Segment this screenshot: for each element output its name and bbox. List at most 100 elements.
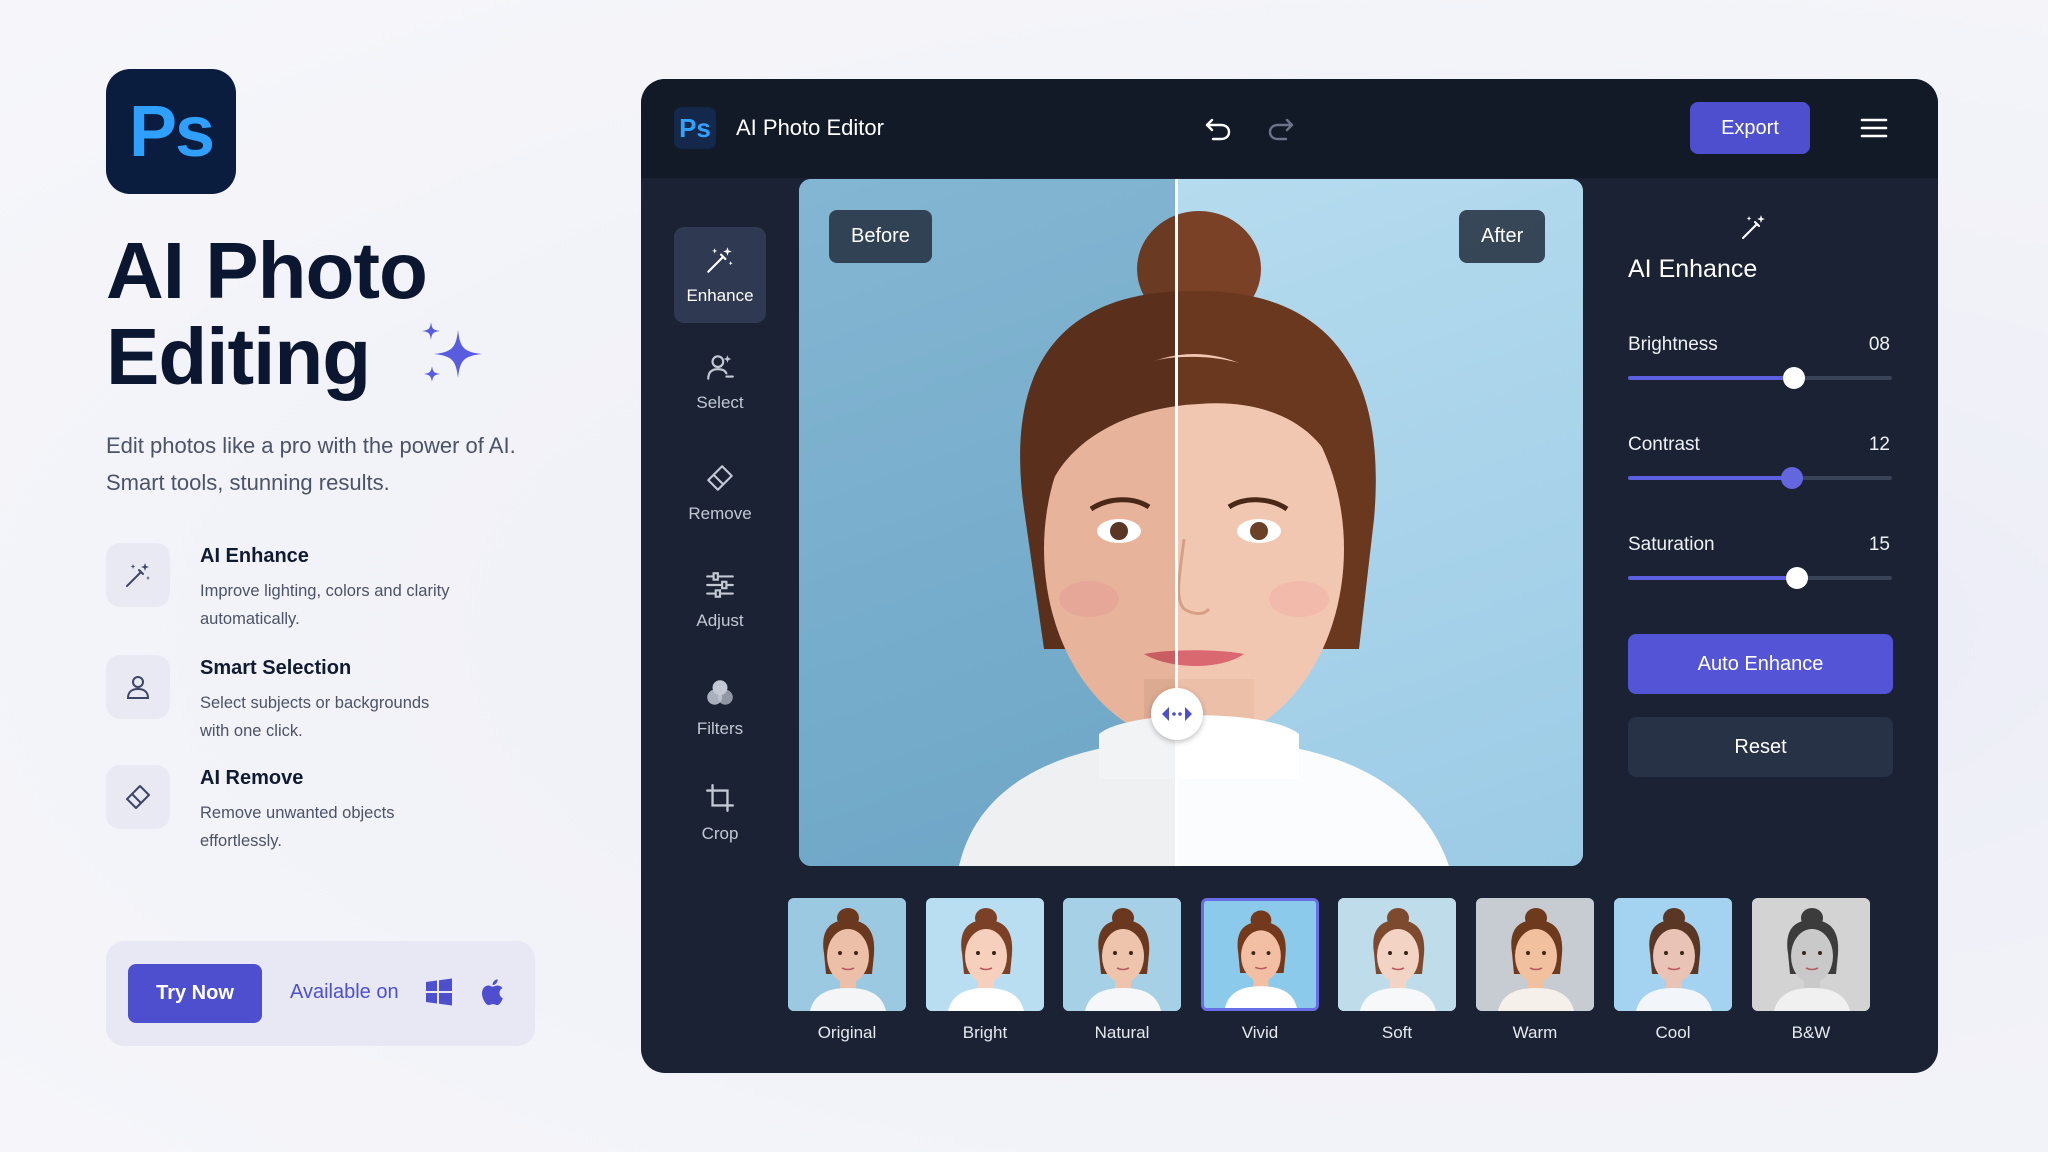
tool-label: Crop — [701, 824, 739, 843]
filter-preset[interactable]: Cool — [1614, 898, 1732, 1042]
hamburger-menu-icon[interactable] — [1859, 113, 1889, 143]
slider-label: Brightness — [1628, 334, 1718, 355]
apple-icon — [482, 979, 503, 1006]
slider-fill — [1628, 576, 1797, 580]
person-select-icon — [106, 655, 170, 719]
filter-preset[interactable]: Soft — [1338, 898, 1456, 1042]
feature-description-line: with one click. — [200, 722, 303, 740]
feature-description: Improve lighting, colors and clarity aut… — [200, 577, 520, 633]
slider-knob[interactable] — [1780, 467, 1803, 489]
panel-title: AI Enhance — [1628, 255, 1758, 283]
reset-button[interactable]: Reset — [1628, 717, 1893, 777]
tool-remove[interactable]: Remove — [674, 445, 766, 541]
filter-preset[interactable]: Original — [788, 898, 906, 1042]
filter-thumbnail — [926, 898, 1044, 1011]
after-image — [1176, 179, 1583, 866]
export-button[interactable]: Export — [1690, 102, 1810, 154]
filter-preset[interactable]: B&W — [1752, 898, 1870, 1042]
photoshop-logo: Ps — [106, 69, 236, 194]
slider-value: 08 — [1868, 334, 1890, 355]
filter-name: Bright — [962, 1023, 1008, 1042]
feature-description: Remove unwanted objects effortlessly. — [200, 799, 520, 855]
slider-track[interactable] — [1628, 567, 1892, 589]
slider-knob[interactable] — [1783, 367, 1806, 389]
filter-preset[interactable]: Bright — [926, 898, 1044, 1042]
photo-canvas[interactable]: Before After — [799, 179, 1583, 866]
logo-text: Ps — [128, 91, 215, 172]
filter-preset[interactable]: Warm — [1476, 898, 1594, 1042]
filter-name: Soft — [1381, 1023, 1413, 1042]
before-tag: Before — [829, 210, 932, 263]
logo-text: Ps — [679, 112, 711, 143]
tool-select[interactable]: Select — [674, 334, 766, 430]
hero-subtitle-line1: Edit photos like a pro with the power of… — [106, 433, 516, 458]
tool-label: Enhance — [686, 286, 754, 305]
filter-thumbnail — [788, 898, 906, 1011]
redo-icon — [1268, 118, 1294, 141]
crop-icon — [706, 784, 734, 812]
eraser-icon — [707, 465, 733, 491]
feature-title: AI Enhance — [200, 545, 309, 567]
brightness-slider: Brightness 08 — [1628, 334, 1892, 404]
photoshop-logo-small: Ps — [674, 107, 716, 149]
feature-title: AI Remove — [200, 767, 304, 789]
tool-enhance[interactable]: Enhance — [674, 227, 766, 323]
sliders-icon — [706, 572, 734, 598]
after-tag: After — [1459, 210, 1546, 263]
portrait-photo — [959, 215, 1176, 866]
filter-name: Cool — [1655, 1023, 1691, 1042]
slider-track[interactable] — [1628, 367, 1892, 389]
portrait-photo-enhanced — [1176, 211, 1449, 866]
contrast-slider: Contrast 12 — [1628, 434, 1892, 504]
filter-name: Vivid — [1241, 1023, 1279, 1042]
slider-knob[interactable] — [1785, 567, 1808, 589]
filter-preset[interactable]: Vivid — [1201, 898, 1319, 1042]
auto-enhance-button[interactable]: Auto Enhance — [1628, 634, 1893, 694]
hero-subtitle-line2: Smart tools, stunning results. — [106, 470, 390, 495]
magic-wand-icon — [707, 247, 733, 273]
slider-label: Saturation — [1628, 534, 1715, 555]
filter-name: Original — [817, 1023, 877, 1042]
undo-button[interactable] — [1200, 111, 1236, 147]
feature-description-line: Remove unwanted objects — [200, 804, 395, 822]
slider-fill — [1628, 376, 1795, 380]
split-arrows-icon — [1162, 707, 1192, 721]
tool-crop[interactable]: Crop — [674, 765, 766, 861]
portrait-thumbnail — [926, 898, 1044, 1011]
filter-thumbnail — [1476, 898, 1594, 1011]
feature-description: Select subjects or backgrounds with one … — [200, 689, 520, 745]
tool-filters[interactable]: Filters — [674, 660, 766, 756]
comparison-slider-handle[interactable] — [1151, 688, 1203, 740]
slider-fill — [1628, 476, 1792, 480]
slider-track[interactable] — [1628, 467, 1892, 489]
feature-ai-enhance: AI Enhance Improve lighting, colors and … — [106, 543, 546, 633]
editor-window: Ps AI Photo Editor Export Enhance Select… — [641, 79, 1938, 1073]
app-title: AI Photo Editor — [736, 115, 884, 140]
slider-label: Contrast — [1628, 434, 1700, 455]
portrait-thumbnail — [1752, 898, 1870, 1011]
portrait-thumbnail — [788, 898, 906, 1011]
sparkle-icon — [422, 322, 482, 382]
filter-preset[interactable]: Natural — [1063, 898, 1181, 1042]
comparison-divider[interactable] — [1175, 179, 1178, 866]
filter-thumbnail — [1614, 898, 1732, 1011]
redo-button[interactable] — [1263, 111, 1299, 147]
portrait-thumbnail — [1063, 898, 1181, 1011]
feature-description-line: Select subjects or backgrounds — [200, 694, 430, 712]
tool-label: Filters — [696, 719, 744, 738]
slider-value: 12 — [1868, 434, 1890, 455]
portrait-thumbnail — [1614, 898, 1732, 1011]
eraser-icon — [106, 765, 170, 829]
portrait-thumbnail — [1476, 898, 1594, 1011]
tool-label: Remove — [688, 504, 752, 523]
feature-title: Smart Selection — [200, 657, 352, 679]
hero-title-line2: Editing — [106, 312, 371, 401]
saturation-slider: Saturation 15 — [1628, 534, 1892, 604]
feature-description-line: Improve lighting, colors and clarity — [200, 582, 450, 600]
hero-title-line1: AI Photo — [106, 226, 428, 315]
try-now-button[interactable]: Try Now — [128, 964, 262, 1023]
portrait-thumbnail — [1204, 901, 1316, 1008]
tool-label: Adjust — [696, 611, 744, 630]
tool-adjust[interactable]: Adjust — [674, 552, 766, 648]
before-image — [799, 179, 1176, 866]
